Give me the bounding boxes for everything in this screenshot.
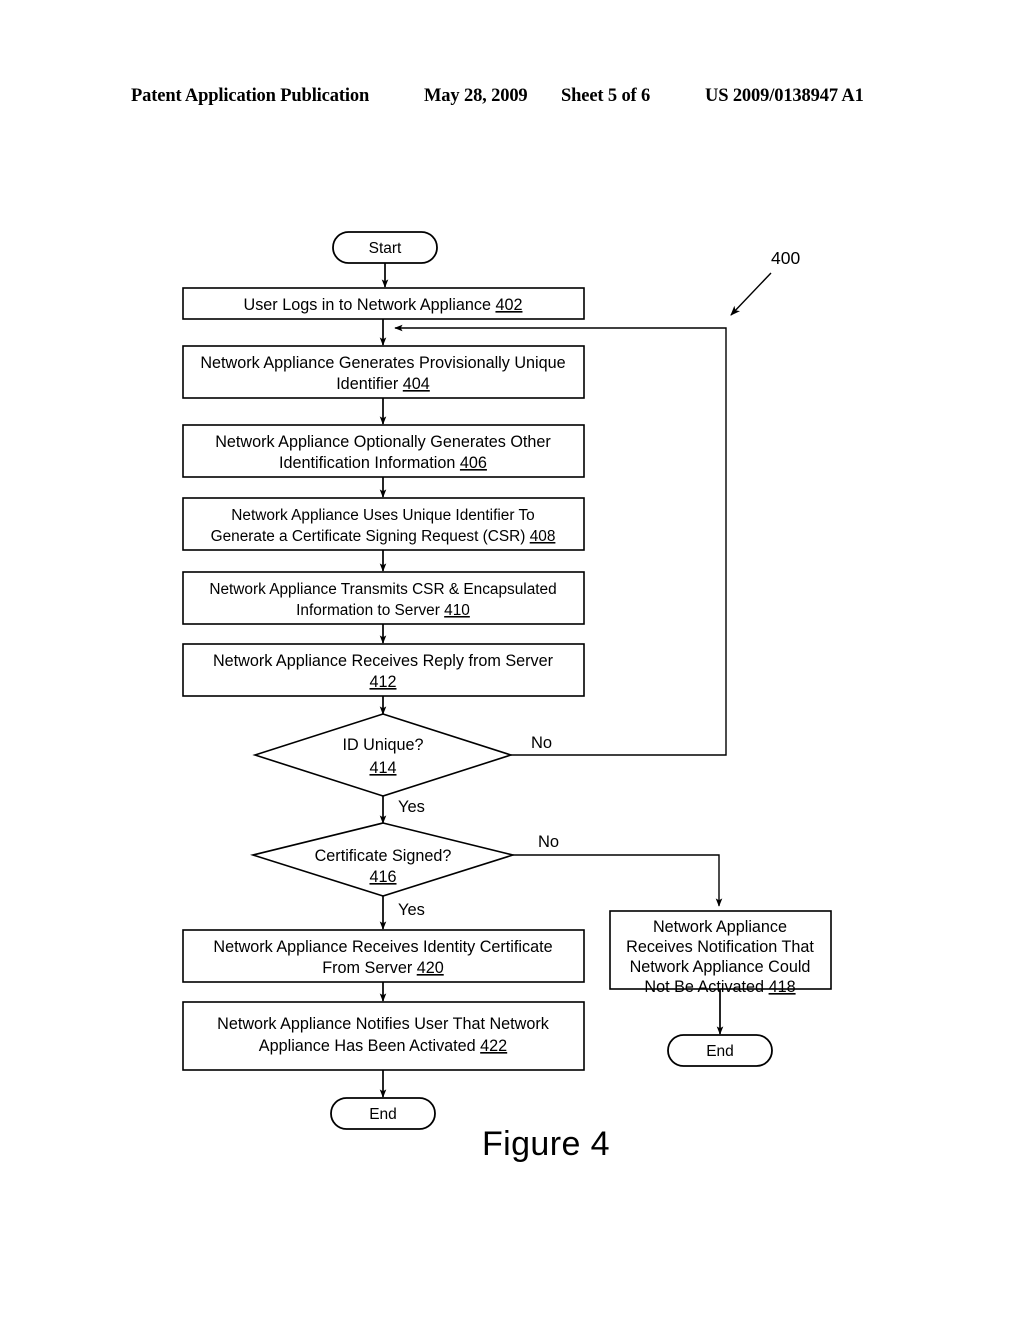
process-410-line1: Network Appliance Transmits CSR & Encaps…	[209, 581, 556, 598]
process-422-ref: 422	[480, 1037, 507, 1055]
process-418-line1: Network Appliance	[653, 918, 787, 936]
end-terminator-main-label: End	[369, 1106, 397, 1123]
end-terminator-failure-label: End	[706, 1043, 734, 1060]
branch-label-signed-yes: Yes	[398, 901, 425, 919]
process-410-line2: Information to Server	[296, 602, 440, 619]
figure-reference-leader	[730, 272, 772, 316]
process-408-ref: 408	[530, 528, 556, 545]
process-402-line1: User Logs in to Network Appliance	[244, 296, 491, 314]
patent-figure-page: Patent Application Publication May 28, 2…	[0, 0, 1024, 1320]
process-box-410-text2: Information to Server 410	[296, 602, 470, 619]
process-406-line1: Network Appliance Optionally Generates O…	[215, 433, 551, 451]
process-412-ref: 412	[369, 673, 396, 691]
branch-label-unique-yes: Yes	[398, 798, 425, 816]
start-terminator-label: Start	[369, 240, 402, 257]
process-422-line2: Appliance Has Been Activated	[259, 1037, 476, 1055]
process-422-line1: Network Appliance Notifies User That Net…	[217, 1015, 550, 1033]
process-420-line1: Network Appliance Receives Identity Cert…	[213, 938, 552, 956]
process-418-line2: Receives Notification That	[626, 938, 814, 956]
process-420-ref: 420	[417, 959, 444, 977]
flowchart-400: 400 Start User Logs in to Network Applia…	[182, 231, 832, 1163]
process-404-line2: Identifier	[336, 375, 399, 393]
process-402-ref: 402	[495, 296, 522, 314]
process-box-420-text2: From Server 420	[322, 959, 443, 977]
process-406-line2: Identification Information	[279, 454, 455, 472]
connector-416-no-to-418	[513, 854, 723, 907]
process-box-404-text2: Identifier 404	[336, 375, 430, 393]
process-418-line3: Network Appliance Could	[630, 958, 811, 976]
decision-416-ref: 416	[369, 868, 396, 886]
process-418-line4: Not Be Activated	[644, 978, 764, 996]
process-box-406-text2: Identification Information 406	[279, 454, 487, 472]
process-box-422-text2: Appliance Has Been Activated 422	[259, 1037, 507, 1055]
process-420-line2: From Server	[322, 959, 413, 977]
process-410-ref: 410	[444, 602, 470, 619]
process-404-ref: 404	[403, 375, 430, 393]
decision-414-ref: 414	[369, 759, 396, 777]
decision-diamond-414	[252, 713, 514, 797]
branch-label-signed-no: No	[538, 833, 559, 851]
process-box-408-text2: Generate a Certificate Signing Request (…	[211, 528, 556, 545]
process-404-line1: Network Appliance Generates Provisionall…	[200, 354, 565, 372]
process-box-402-text: User Logs in to Network Appliance 402	[244, 296, 523, 314]
process-406-ref: 406	[460, 454, 487, 472]
decision-414-label: ID Unique?	[343, 736, 424, 754]
process-408-line2: Generate a Certificate Signing Request (…	[211, 528, 526, 545]
process-box-422	[182, 1001, 585, 1071]
decision-416-label: Certificate Signed?	[315, 847, 452, 865]
figure-reference-number: 400	[771, 248, 800, 268]
process-408-line1: Network Appliance Uses Unique Identifier…	[231, 507, 534, 524]
branch-label-unique-no: No	[531, 734, 552, 752]
process-418-ref: 418	[769, 978, 796, 996]
figure-caption: Figure 4	[482, 1125, 610, 1163]
process-412-line1: Network Appliance Receives Reply from Se…	[213, 652, 554, 670]
